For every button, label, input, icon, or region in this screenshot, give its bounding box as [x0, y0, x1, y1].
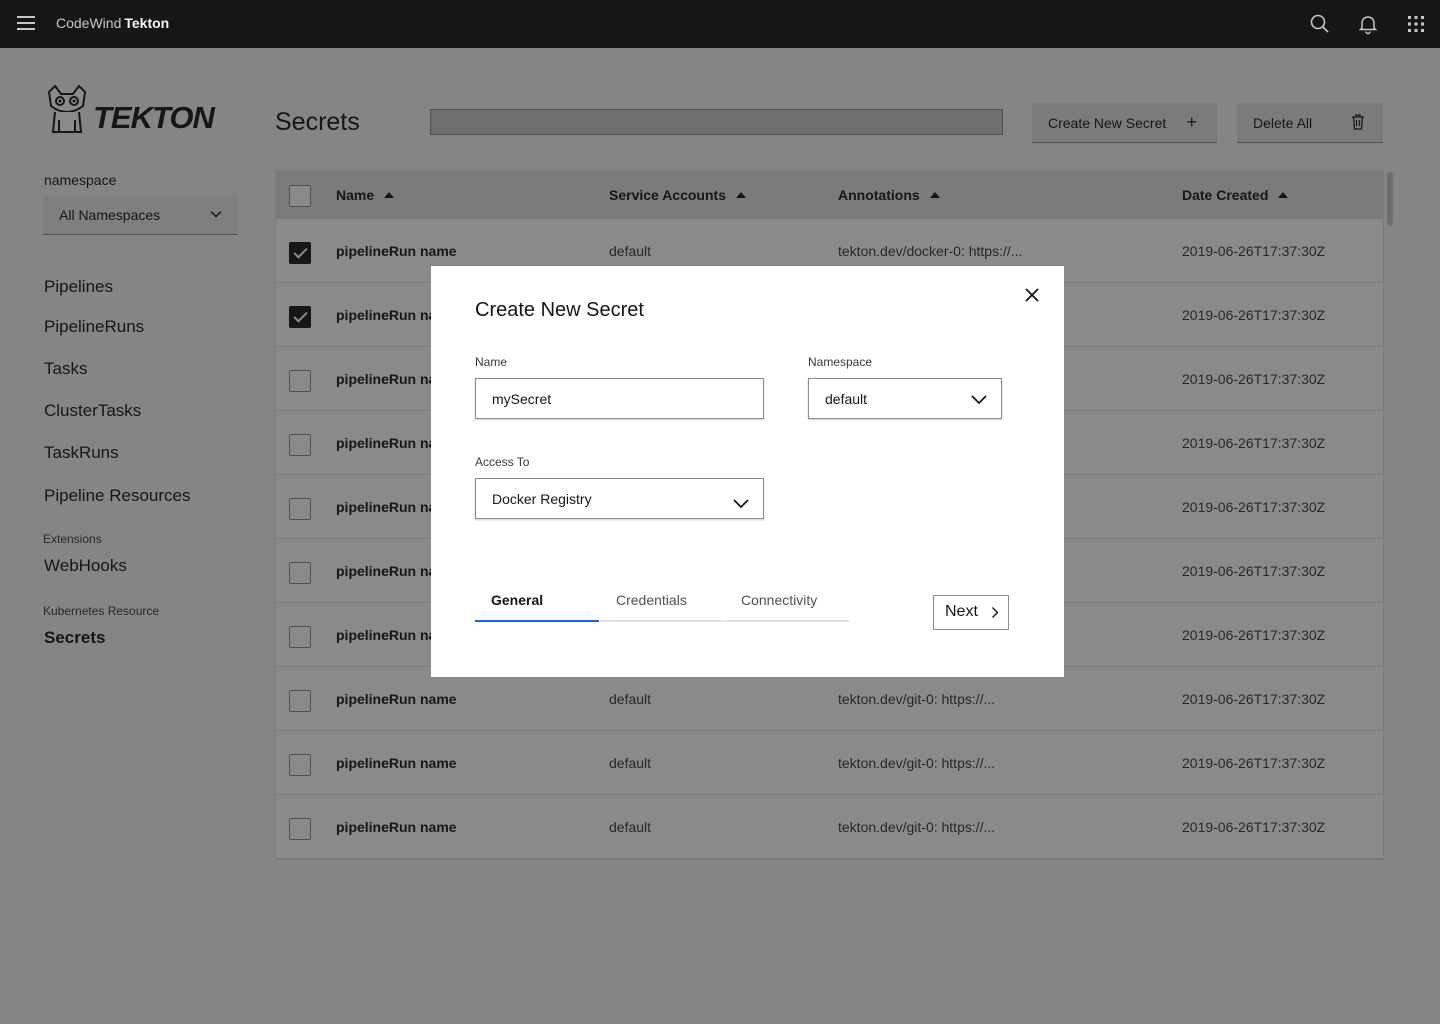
name-field-label: Name [475, 355, 508, 369]
namespace-field-label: Namespace [808, 355, 873, 369]
notification-icon[interactable] [1356, 12, 1380, 36]
namespace-select[interactable]: default [808, 378, 1002, 419]
access-to-select[interactable]: Docker Registry [475, 478, 764, 519]
app-switcher-icon[interactable] [1404, 12, 1428, 36]
brand[interactable]: CodeWind Tekton [56, 15, 169, 31]
name-field[interactable]: mySecret [475, 378, 764, 419]
chevron-down-icon [971, 395, 987, 405]
tab-connectivity[interactable]: Connectivity [725, 592, 849, 622]
create-secret-modal: Create New Secret Name mySecret Namespac… [431, 266, 1064, 677]
brand-prefix: CodeWind [56, 15, 122, 31]
next-button[interactable]: Next [933, 595, 1009, 630]
chevron-down-icon [733, 499, 749, 509]
access-to-value: Docker Registry [492, 491, 592, 507]
next-button-label: Next [945, 603, 978, 620]
tab-general[interactable]: General [475, 592, 599, 622]
access-to-label: Access To [475, 455, 530, 469]
menu-icon[interactable] [16, 14, 36, 34]
chevron-right-icon [992, 607, 999, 618]
modal-title: Create New Secret [475, 299, 644, 321]
namespace-select-value: default [825, 391, 868, 407]
tab-credentials[interactable]: Credentials [600, 592, 724, 622]
top-header: CodeWind Tekton [0, 0, 1440, 48]
close-icon[interactable] [1023, 286, 1041, 304]
name-field-value: mySecret [492, 391, 552, 407]
search-icon[interactable] [1308, 12, 1332, 36]
brand-name: Tekton [124, 15, 170, 31]
